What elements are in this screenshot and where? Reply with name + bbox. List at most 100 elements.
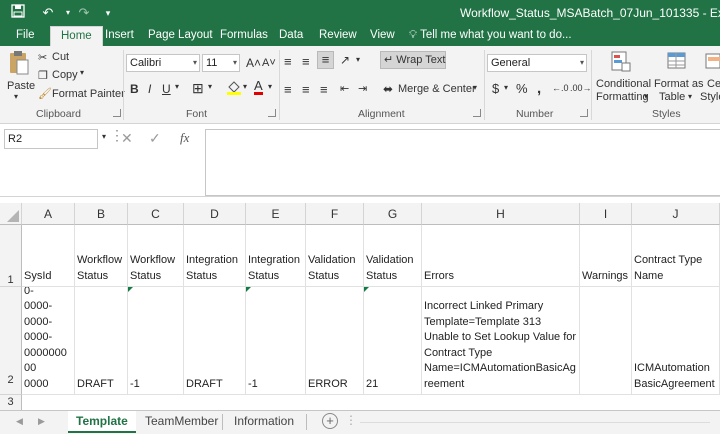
- scroll-sheets-right-icon[interactable]: ▶: [38, 416, 45, 427]
- format-as-table-icon[interactable]: [664, 50, 690, 74]
- align-left-icon[interactable]: ≡: [284, 82, 292, 97]
- copy-dropdown-icon[interactable]: ▾: [80, 68, 84, 77]
- align-bottom-icon[interactable]: ≡: [317, 51, 334, 69]
- conditional-formatting-icon[interactable]: [608, 50, 634, 74]
- column-header[interactable]: G: [364, 203, 422, 225]
- orientation-icon[interactable]: ↗: [340, 53, 350, 67]
- cancel-icon[interactable]: ✕: [121, 130, 133, 147]
- merge-icon[interactable]: ⬌: [383, 82, 393, 96]
- scroll-sheets-left-icon[interactable]: ◀: [16, 416, 23, 427]
- merge-center-button[interactable]: Merge & Center: [398, 83, 476, 95]
- undo-icon[interactable]: ↶: [38, 4, 58, 22]
- column-header[interactable]: D: [184, 203, 246, 225]
- table-cell[interactable]: DRAFT: [184, 287, 246, 395]
- clipboard-launcher-icon[interactable]: [113, 109, 121, 117]
- format-painter-icon[interactable]: 🖌︎: [38, 87, 52, 100]
- formula-input[interactable]: [205, 129, 720, 196]
- borders-icon[interactable]: ⊞: [192, 80, 204, 97]
- table-cell[interactable]: [580, 287, 632, 395]
- table-cell[interactable]: Errors: [422, 225, 580, 287]
- table-cell[interactable]: Warnings: [580, 225, 632, 287]
- cell-styles-label-2[interactable]: Style: [700, 91, 720, 103]
- table-cell[interactable]: Incorrect Linked Primary Template=Templa…: [422, 287, 580, 395]
- number-launcher-icon[interactable]: [580, 109, 588, 117]
- orientation-dropdown-icon[interactable]: ▾: [356, 55, 360, 64]
- tab-split-grip-icon[interactable]: ⋮: [345, 413, 357, 427]
- font-color-dropdown-icon[interactable]: ▾: [268, 82, 272, 91]
- tab-formulas[interactable]: Formulas: [220, 26, 268, 46]
- decrease-decimal-icon[interactable]: .00→: [570, 83, 592, 93]
- horizontal-scrollbar[interactable]: [360, 422, 710, 423]
- table-cell[interactable]: Validation Status: [364, 225, 422, 287]
- save-icon[interactable]: [8, 4, 28, 22]
- table-cell[interactable]: DRAFT: [75, 287, 128, 395]
- alignment-launcher-icon[interactable]: [473, 109, 481, 117]
- fill-color-dropdown-icon[interactable]: ▾: [243, 82, 247, 91]
- sheet-tab-information[interactable]: Information: [226, 411, 302, 433]
- cut-button[interactable]: Cut: [52, 51, 69, 63]
- table-cell[interactable]: -1: [246, 287, 306, 395]
- fill-color-icon[interactable]: [226, 79, 242, 98]
- format-painter-button[interactable]: Format Painter: [52, 88, 125, 100]
- format-as-table-button[interactable]: Format as: [654, 78, 704, 90]
- column-header[interactable]: A: [22, 203, 75, 225]
- tab-view[interactable]: View: [370, 26, 395, 46]
- conditional-formatting-button[interactable]: Conditional: [596, 78, 651, 90]
- tab-file[interactable]: File: [16, 26, 35, 46]
- cell-styles-icon[interactable]: [704, 50, 720, 74]
- tab-page-layout[interactable]: Page Layout: [148, 26, 213, 46]
- column-header[interactable]: E: [246, 203, 306, 225]
- underline-dropdown-icon[interactable]: ▾: [175, 82, 179, 91]
- currency-dropdown-icon[interactable]: ▾: [504, 83, 508, 92]
- table-cell[interactable]: 21: [364, 287, 422, 395]
- paste-label[interactable]: Paste: [7, 80, 35, 92]
- underline-icon[interactable]: U: [162, 82, 171, 96]
- column-header[interactable]: F: [306, 203, 364, 225]
- column-header[interactable]: J: [632, 203, 720, 225]
- table-row-empty[interactable]: [22, 395, 720, 411]
- tell-me-search[interactable]: 💡︎ Tell me what you want to do...: [409, 26, 572, 46]
- increase-indent-icon[interactable]: ⇥: [358, 82, 367, 95]
- insert-function-icon[interactable]: fx: [180, 130, 189, 146]
- borders-dropdown-icon[interactable]: ▾: [208, 82, 212, 91]
- tab-insert[interactable]: Insert: [105, 26, 134, 46]
- font-launcher-icon[interactable]: [268, 109, 276, 117]
- font-size-select[interactable]: 11 ▾: [202, 54, 240, 72]
- table-cell[interactable]: SysId: [22, 225, 75, 287]
- increase-decimal-icon[interactable]: ←.0: [552, 83, 569, 93]
- paste-dropdown-icon[interactable]: ▾: [14, 92, 18, 101]
- cell-styles-button[interactable]: Ce: [707, 78, 720, 90]
- align-middle-icon[interactable]: ≡: [302, 54, 310, 69]
- decrease-indent-icon[interactable]: ⇤: [340, 82, 349, 95]
- align-center-icon[interactable]: ≡: [302, 82, 310, 97]
- worksheet-grid[interactable]: A B C D E F G H I J 1 2 3 SysId Workflow…: [0, 196, 720, 411]
- enter-icon[interactable]: ✓: [149, 130, 161, 147]
- currency-button[interactable]: $: [492, 81, 499, 96]
- wrap-text-button[interactable]: ↵ Wrap Text: [380, 51, 446, 69]
- align-right-icon[interactable]: ≡: [320, 82, 328, 97]
- copy-icon[interactable]: ❐: [38, 69, 48, 82]
- name-box[interactable]: R2: [4, 129, 98, 149]
- merge-dropdown-icon[interactable]: ▾: [473, 83, 477, 92]
- table-cell[interactable]: ICMAutomation BasicAgreement: [632, 287, 720, 395]
- select-all-corner[interactable]: [0, 203, 22, 225]
- cut-icon[interactable]: ✂: [38, 51, 47, 64]
- table-cell[interactable]: Integration Status: [246, 225, 306, 287]
- row-header[interactable]: 3: [0, 395, 22, 411]
- table-cell[interactable]: Workflow Status: [75, 225, 128, 287]
- tab-home[interactable]: Home: [50, 26, 103, 46]
- column-header[interactable]: C: [128, 203, 184, 225]
- add-sheet-icon[interactable]: +: [322, 413, 338, 429]
- redo-icon[interactable]: ↷: [74, 4, 94, 22]
- name-box-dropdown-icon[interactable]: ▾: [102, 132, 106, 141]
- column-header[interactable]: I: [580, 203, 632, 225]
- table-cell[interactable]: Contract Type Name: [632, 225, 720, 287]
- format-as-table-label-2[interactable]: Table: [659, 91, 685, 103]
- font-color-icon[interactable]: A: [254, 79, 263, 95]
- column-header[interactable]: B: [75, 203, 128, 225]
- table-cell[interactable]: Validation Status: [306, 225, 364, 287]
- row-header[interactable]: 2: [0, 287, 22, 395]
- bold-icon[interactable]: B: [130, 82, 139, 96]
- number-format-select[interactable]: General ▾: [487, 54, 587, 72]
- increase-font-icon[interactable]: A˄: [246, 56, 261, 70]
